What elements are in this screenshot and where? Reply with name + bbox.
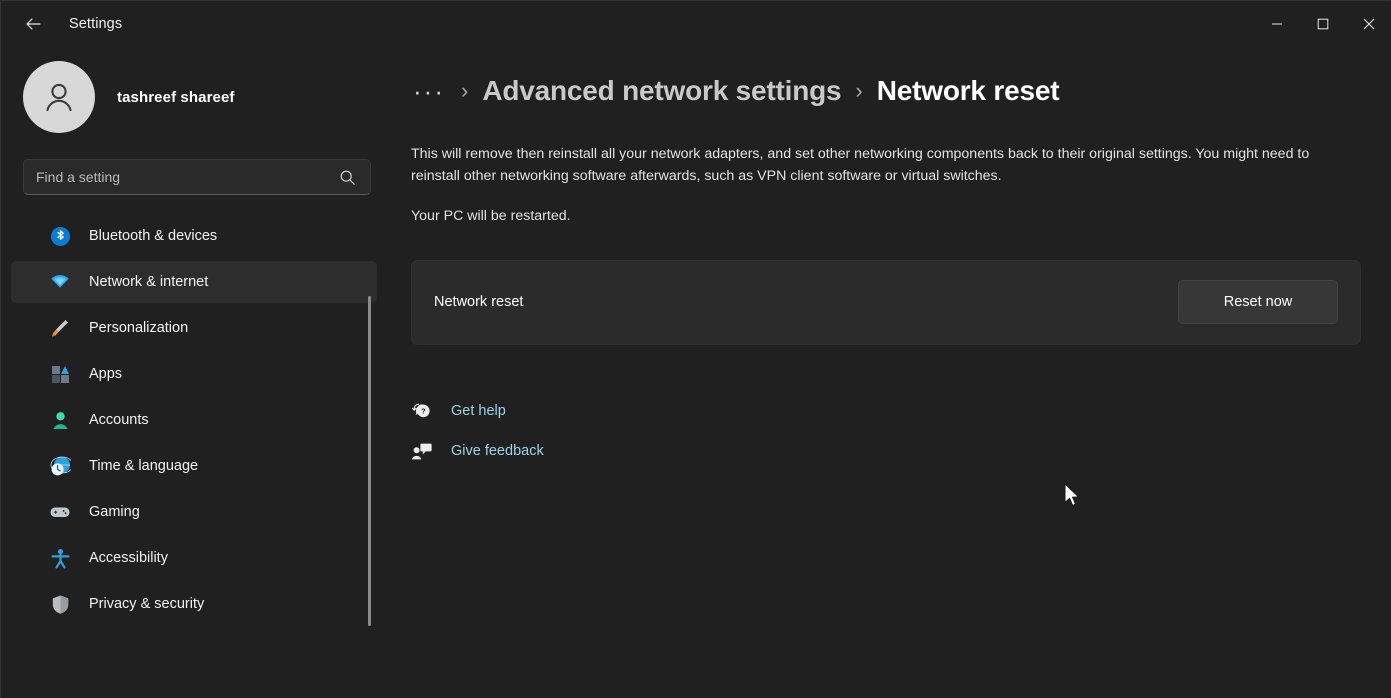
title-bar: Settings: [1, 1, 1391, 47]
gamepad-icon: [49, 501, 71, 523]
search-input[interactable]: [24, 169, 339, 185]
sidebar-scrollbar[interactable]: [368, 296, 371, 626]
breadcrumb-overflow-button[interactable]: ···: [411, 81, 447, 101]
help-question-bubble-icon: ?: [411, 401, 435, 421]
sidebar-item-privacy-security[interactable]: Privacy & security: [11, 583, 377, 625]
sidebar-item-bluetooth-devices[interactable]: Bluetooth & devices: [11, 215, 377, 257]
page-description-secondary: Your PC will be restarted.: [411, 208, 1391, 224]
get-help-link[interactable]: ? Get help: [411, 391, 631, 431]
sidebar-item-label: Personalization: [89, 320, 188, 336]
shield-icon: [49, 593, 71, 615]
close-button[interactable]: [1346, 1, 1391, 47]
sidebar-scrollbar-thumb[interactable]: [368, 296, 371, 626]
sidebar-item-accessibility[interactable]: Accessibility: [11, 537, 377, 579]
sidebar-item-label: Gaming: [89, 504, 140, 520]
avatar: [23, 61, 95, 133]
clock-globe-icon: [49, 455, 71, 477]
sidebar-item-gaming[interactable]: Gaming: [11, 491, 377, 533]
search-box[interactable]: [23, 159, 371, 195]
maximize-icon: [1317, 18, 1329, 30]
network-reset-label: Network reset: [434, 294, 523, 310]
accessibility-person-icon: [49, 547, 71, 569]
feedback-person-bubble-icon: [411, 441, 435, 461]
account-block[interactable]: tashreef shareef: [23, 59, 387, 135]
breadcrumb-separator: ›: [855, 78, 862, 104]
breadcrumb-parent-link[interactable]: Advanced network settings: [482, 75, 841, 107]
breadcrumb-separator: ›: [461, 78, 468, 104]
reset-now-button[interactable]: Reset now: [1178, 280, 1338, 324]
window-title: Settings: [69, 16, 122, 32]
page-description: This will remove then reinstall all your…: [411, 143, 1356, 188]
sidebar-item-personalization[interactable]: Personalization: [11, 307, 377, 349]
sidebar-item-label: Network & internet: [89, 274, 208, 290]
wifi-icon: [49, 271, 71, 293]
sidebar-item-network-internet[interactable]: Network & internet: [11, 261, 377, 303]
apps-icon: [49, 363, 71, 385]
page-title: Network reset: [877, 75, 1060, 107]
sidebar-item-label: Accessibility: [89, 550, 168, 566]
svg-text:?: ?: [421, 406, 426, 415]
minimize-icon: [1271, 18, 1283, 30]
breadcrumb: ··· › Advanced network settings › Networ…: [411, 75, 1391, 107]
link-label: Get help: [451, 403, 506, 419]
settings-window: Settings: [0, 0, 1391, 698]
account-person-icon: [49, 409, 71, 431]
sidebar-item-label: Time & language: [89, 458, 198, 474]
footer-links: ? Get help Give feedback: [411, 391, 1391, 471]
sidebar-item-label: Accounts: [89, 412, 149, 428]
paintbrush-icon: [49, 317, 71, 339]
sidebar-item-time-language[interactable]: Time & language: [11, 445, 377, 487]
sidebar-item-accounts[interactable]: Accounts: [11, 399, 377, 441]
link-label: Give feedback: [451, 443, 544, 459]
sidebar-item-label: Bluetooth & devices: [89, 228, 217, 244]
sidebar-item-label: Apps: [89, 366, 122, 382]
back-arrow-icon: [24, 15, 42, 33]
sidebar-item-label: Privacy & security: [89, 596, 204, 612]
network-reset-card: Network reset Reset now: [411, 260, 1361, 345]
minimize-button[interactable]: [1254, 1, 1300, 47]
account-name: tashreef shareef: [117, 89, 235, 106]
bluetooth-icon: [49, 225, 71, 247]
sidebar-item-apps[interactable]: Apps: [11, 353, 377, 395]
close-icon: [1363, 18, 1375, 30]
back-button[interactable]: [13, 8, 53, 40]
window-controls: [1254, 1, 1391, 47]
main-content: ··· › Advanced network settings › Networ…: [387, 47, 1391, 698]
sidebar-nav: Bluetooth & devices Network & internet: [1, 215, 387, 625]
sidebar: tashreef shareef Bluetooth &: [1, 47, 387, 698]
give-feedback-link[interactable]: Give feedback: [411, 431, 631, 471]
maximize-button[interactable]: [1300, 1, 1346, 47]
search-icon: [339, 169, 356, 186]
person-avatar-icon: [39, 77, 79, 117]
